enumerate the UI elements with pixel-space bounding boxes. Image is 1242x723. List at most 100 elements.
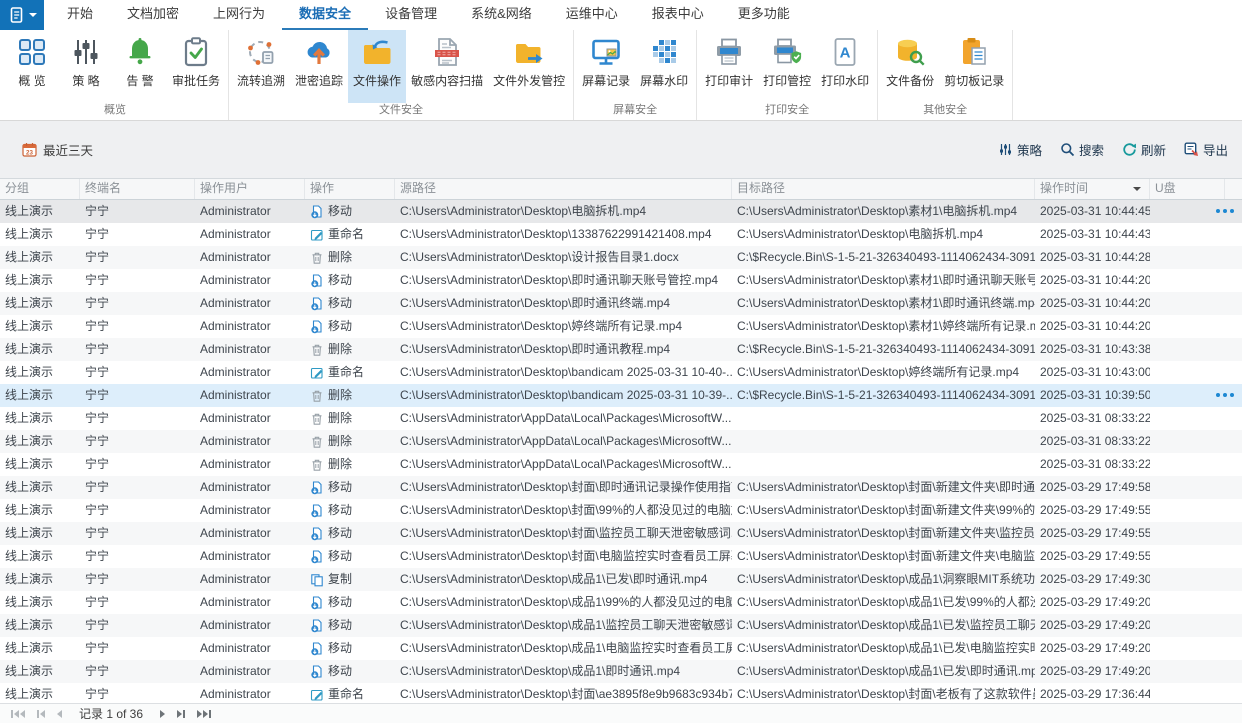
menu-tab-more-functions[interactable]: 更多功能 — [721, 0, 807, 30]
table-row[interactable]: 线上演示宁宁Administrator移动C:\Users\Administra… — [0, 292, 1242, 315]
ribbon-button-alerts[interactable]: 告 警 — [113, 30, 167, 103]
app-menu-button[interactable] — [0, 0, 44, 30]
table-row[interactable]: 线上演示宁宁Administrator删除C:\Users\Administra… — [0, 246, 1242, 269]
ribbon-button-file-backup[interactable]: 文件备份 — [881, 30, 939, 103]
column-header-op[interactable]: 操作 — [305, 179, 395, 199]
cell-operation-time: 2025-03-29 17:49:20 — [1035, 637, 1150, 660]
ribbon-button-file-operations[interactable]: 文件操作 — [348, 30, 406, 103]
cell-group: 线上演示 — [0, 269, 80, 292]
table-row[interactable]: 线上演示宁宁Administrator移动C:\Users\Administra… — [0, 614, 1242, 637]
column-header-group[interactable]: 分组 — [0, 179, 80, 199]
ribbon-group: 打印审计打印管控A打印水印打印安全 — [697, 30, 878, 120]
ribbon-button-label: 打印管控 — [763, 72, 811, 89]
prev-record-button[interactable] — [52, 704, 67, 723]
filter-action-export[interactable]: 导出 — [1184, 140, 1228, 159]
delete-icon — [310, 435, 324, 449]
cell-source-path: C:\Users\Administrator\Desktop\电脑拆机.mp4 — [395, 200, 732, 223]
table-row[interactable]: 线上演示宁宁Administrator移动C:\Users\Administra… — [0, 637, 1242, 660]
prev-page-button[interactable] — [32, 704, 50, 723]
table-row[interactable]: 线上演示宁宁Administrator移动C:\Users\Administra… — [0, 660, 1242, 683]
menu-tab-system-network[interactable]: 系统&网络 — [454, 0, 549, 30]
cell-operation: 移动 — [305, 545, 395, 568]
table-row[interactable]: 线上演示宁宁Administrator移动C:\Users\Administra… — [0, 545, 1242, 568]
table-row[interactable]: 线上演示宁宁Administrator移动C:\Users\Administra… — [0, 522, 1242, 545]
cell-usb — [1150, 637, 1225, 660]
table-row[interactable]: 线上演示宁宁Administrator重命名C:\Users\Administr… — [0, 223, 1242, 246]
cell-terminal: 宁宁 — [80, 430, 195, 453]
table-row[interactable]: 线上演示宁宁Administrator删除C:\Users\Administra… — [0, 338, 1242, 361]
menu-tab-data-security[interactable]: 数据安全 — [282, 0, 368, 30]
row-actions-button[interactable] — [1216, 209, 1238, 214]
next-page-button[interactable] — [172, 704, 190, 723]
table-row[interactable]: 线上演示宁宁Administrator删除C:\Users\Administra… — [0, 430, 1242, 453]
ribbon-button-print-watermark[interactable]: A打印水印 — [816, 30, 874, 103]
cell-group: 线上演示 — [0, 384, 80, 407]
menu-tab-ops-center[interactable]: 运维中心 — [549, 0, 635, 30]
table-row[interactable]: 线上演示宁宁Administrator移动C:\Users\Administra… — [0, 476, 1242, 499]
ribbon-button-file-outgoing-control[interactable]: 文件外发管控 — [488, 30, 570, 103]
move-icon — [310, 642, 324, 656]
move-icon — [310, 205, 324, 219]
column-header-dst[interactable]: 目标路径 — [732, 179, 1035, 199]
cell-operation: 删除 — [305, 384, 395, 407]
menu-tab-device-management[interactable]: 设备管理 — [368, 0, 454, 30]
cell-usb — [1150, 338, 1225, 361]
menu-tab-web-behavior[interactable]: 上网行为 — [196, 0, 282, 30]
sliders-small-icon — [998, 142, 1013, 157]
ribbon-button-policy[interactable]: 策 略 — [59, 30, 113, 103]
grid-overview-icon — [16, 33, 48, 71]
ribbon-button-screen-watermark[interactable]: 屏幕水印 — [635, 30, 693, 103]
table-row[interactable]: 线上演示宁宁Administrator移动C:\Users\Administra… — [0, 315, 1242, 338]
column-header-user[interactable]: 操作用户 — [195, 179, 305, 199]
next-record-button[interactable] — [155, 704, 170, 723]
filter-action-search[interactable]: 搜索 — [1060, 140, 1104, 159]
table-row[interactable]: 线上演示宁宁Administrator移动C:\Users\Administra… — [0, 591, 1242, 614]
table-row[interactable]: 线上演示宁宁Administrator删除C:\Users\Administra… — [0, 453, 1242, 476]
menu-tab-report-center[interactable]: 报表中心 — [635, 0, 721, 30]
cell-terminal: 宁宁 — [80, 453, 195, 476]
column-header-src[interactable]: 源路径 — [395, 179, 732, 199]
table-row[interactable]: 线上演示宁宁Administrator移动C:\Users\Administra… — [0, 269, 1242, 292]
date-filter-button[interactable]: 23 最近三天 — [22, 140, 93, 159]
cloud-track-icon — [303, 33, 335, 71]
ribbon-button-sensitive-content-scan[interactable]: 敏感内容扫描 — [406, 30, 488, 103]
column-header-time[interactable]: 操作时间 — [1035, 179, 1150, 199]
ribbon-button-clipboard-record[interactable]: 剪切板记录 — [939, 30, 1009, 103]
cell-operation-time: 2025-03-31 10:44:43 — [1035, 223, 1150, 246]
column-header-usb[interactable]: U盘 — [1150, 179, 1225, 199]
cell-filler — [1225, 361, 1242, 384]
ribbon-button-print-control[interactable]: 打印管控 — [758, 30, 816, 103]
filter-action-policy[interactable]: 策略 — [998, 140, 1042, 159]
first-page-button[interactable] — [6, 704, 30, 723]
table-row[interactable]: 线上演示宁宁Administrator重命名C:\Users\Administr… — [0, 683, 1242, 703]
table-row[interactable]: 线上演示宁宁Administrator移动C:\Users\Administra… — [0, 499, 1242, 522]
table-row[interactable]: 线上演示宁宁Administrator删除C:\Users\Administra… — [0, 384, 1242, 407]
table-row[interactable]: 线上演示宁宁Administrator删除C:\Users\Administra… — [0, 407, 1242, 430]
ribbon-button-print-audit[interactable]: 打印审计 — [700, 30, 758, 103]
row-actions-button[interactable] — [1216, 393, 1238, 398]
ribbon-button-screen-recording[interactable]: 屏幕记录 — [577, 30, 635, 103]
move-icon — [310, 504, 324, 518]
cell-operation-time: 2025-03-29 17:49:30 — [1035, 568, 1150, 591]
last-page-button[interactable] — [192, 704, 216, 723]
ribbon-button-overview[interactable]: 概 览 — [5, 30, 59, 103]
menu-tab-home[interactable]: 开始 — [50, 0, 110, 30]
ribbon-button-label: 文件外发管控 — [493, 72, 565, 89]
ribbon-button-leak-tracking[interactable]: 泄密追踪 — [290, 30, 348, 103]
cell-group: 线上演示 — [0, 453, 80, 476]
table-row[interactable]: 线上演示宁宁Administrator复制C:\Users\Administra… — [0, 568, 1242, 591]
filter-action-refresh[interactable]: 刷新 — [1122, 140, 1166, 159]
table-row[interactable]: 线上演示宁宁Administrator移动C:\Users\Administra… — [0, 200, 1242, 223]
ribbon-button-approval-tasks[interactable]: 审批任务 — [167, 30, 225, 103]
delete-icon — [310, 458, 324, 472]
ribbon-button-flow-trace[interactable]: 流转追溯 — [232, 30, 290, 103]
filter-dropdown-icon[interactable] — [1133, 187, 1141, 191]
app-window: 开始文档加密上网行为数据安全设备管理系统&网络运维中心报表中心更多功能 概 览策… — [0, 0, 1242, 723]
column-header-terminal[interactable]: 终端名 — [80, 179, 195, 199]
table-row[interactable]: 线上演示宁宁Administrator重命名C:\Users\Administr… — [0, 361, 1242, 384]
cell-usb — [1150, 315, 1225, 338]
cell-source-path: C:\Users\Administrator\Desktop\成品1\监控员工聊… — [395, 614, 732, 637]
menu-tab-doc-encryption[interactable]: 文档加密 — [110, 0, 196, 30]
cell-source-path: C:\Users\Administrator\Desktop\即时通讯聊天账号管… — [395, 269, 732, 292]
cell-target-path: C:\Users\Administrator\Desktop\成品1\洞察眼MI… — [732, 568, 1035, 591]
